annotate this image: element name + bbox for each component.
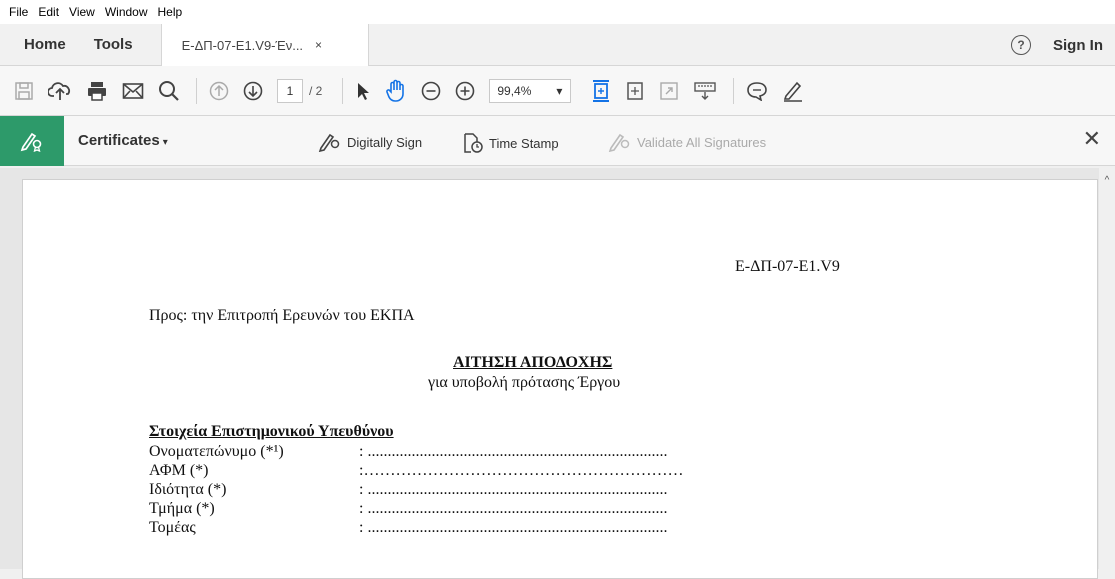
main-toolbar: 1 / 2 99,4% ▾: [0, 66, 1115, 116]
comment-button[interactable]: [746, 76, 768, 106]
field-label: ΑΦΜ (*): [149, 462, 209, 479]
field-fill-line: : ......................................…: [359, 500, 668, 517]
tab-tools[interactable]: Tools: [80, 24, 147, 65]
print-button[interactable]: [86, 76, 108, 106]
arrow-down-circle-icon: [243, 81, 263, 100]
full-screen-button[interactable]: [659, 76, 679, 106]
field-label: Ονοματεπώνυμο (*¹): [149, 443, 284, 460]
time-stamp-label: Time Stamp: [489, 135, 559, 151]
search-icon: [159, 80, 179, 101]
digitally-sign-button[interactable]: Digitally Sign: [318, 132, 422, 152]
upload-cloud-button[interactable]: [48, 76, 72, 106]
certificates-toolbar: Certificates ▾ Digitally Sign Time Stamp …: [0, 115, 1115, 166]
document-code: Ε-ΔΠ-07-Ε1.V9: [735, 258, 840, 275]
comment-icon: [747, 81, 768, 101]
fit-page-button[interactable]: [591, 76, 611, 106]
validate-signatures-button[interactable]: Validate All Signatures: [608, 132, 766, 152]
field-fill-line: :……………………………………………………: [359, 462, 684, 479]
toolbar-divider: [342, 77, 344, 104]
field-fill-line: : ......................................…: [359, 443, 668, 460]
application-title: ΑΙΤΗΣΗ ΑΠΟΔΟΧΗΣ: [453, 354, 613, 371]
help-button[interactable]: ?: [1011, 35, 1031, 55]
menu-help[interactable]: Help: [153, 5, 188, 19]
close-toolbar-button[interactable]: ✕: [1083, 128, 1101, 150]
page-fit-icon: [627, 81, 644, 100]
time-stamp-icon: [464, 133, 483, 153]
tab-document-label: Ε-ΔΠ-07-Ε1.V9-Έν...: [181, 37, 304, 53]
select-tool-button[interactable]: [355, 76, 371, 106]
tab-bar: Home Tools Ε-ΔΠ-07-Ε1.V9-Έν... × ? Sign …: [0, 24, 1115, 66]
highlight-button[interactable]: [782, 76, 804, 106]
validate-signatures-label: Validate All Signatures: [637, 134, 767, 150]
certificates-label: Certificates: [78, 132, 160, 149]
chevron-down-icon: ▾: [556, 83, 563, 98]
cursor-arrow-icon: [358, 82, 370, 100]
plus-circle-icon: [456, 81, 475, 100]
zoom-level-value: 99,4%: [497, 83, 532, 98]
tab-close-button[interactable]: ×: [315, 38, 322, 52]
previous-page-button[interactable]: [209, 76, 229, 106]
field-fill-line: : ......................................…: [359, 519, 668, 536]
certificates-menu[interactable]: Certificates ▾: [78, 132, 168, 149]
hand-icon: [386, 79, 405, 102]
recipient-line: Προς: την Επιτροπή Ερευνών του ΕΚΠΑ: [149, 307, 415, 324]
printer-icon: [88, 81, 106, 101]
menu-window[interactable]: Window: [100, 5, 153, 19]
tab-document[interactable]: Ε-ΔΠ-07-Ε1.V9-Έν... ×: [160, 24, 369, 66]
tab-home[interactable]: Home: [0, 24, 80, 65]
document-viewer[interactable]: Ε-ΔΠ-07-Ε1.V9 Προς: την Επιτροπή Ερευνών…: [0, 168, 1115, 579]
fit-page-icon: [593, 79, 610, 102]
toolbar-divider: [196, 77, 197, 104]
arrow-up-circle-icon: [209, 81, 229, 100]
sign-in-button[interactable]: Sign In: [1053, 37, 1103, 54]
certificates-tool-icon[interactable]: [0, 115, 64, 166]
validate-pen-icon: [608, 133, 630, 152]
pdf-page: Ε-ΔΠ-07-Ε1.V9 Προς: την Επιτροπή Ερευνών…: [22, 179, 1098, 579]
envelope-icon: [122, 82, 144, 99]
expand-icon: [660, 81, 679, 100]
zoom-out-button[interactable]: [421, 76, 441, 106]
section-title: Στοιχεία Επιστημονικού Υπευθύνου: [149, 423, 394, 440]
scroll-up-icon[interactable]: ^: [1099, 175, 1115, 186]
page-number-input[interactable]: 1: [277, 78, 303, 103]
zoom-in-button[interactable]: [455, 76, 475, 106]
save-icon: [15, 81, 33, 100]
caret-down-icon: ▾: [162, 137, 168, 148]
menu-file[interactable]: File: [4, 5, 33, 19]
vertical-scrollbar[interactable]: ^: [1099, 168, 1115, 569]
pen-icon: [784, 81, 803, 102]
keyboard-icon: [694, 81, 717, 100]
next-page-button[interactable]: [243, 76, 263, 106]
rotate-view-button[interactable]: [625, 76, 645, 106]
zoom-level-select[interactable]: 99,4% ▾: [489, 78, 572, 103]
toolbar-divider: [733, 77, 735, 104]
menu-edit[interactable]: Edit: [33, 5, 64, 19]
menu-bar: File Edit View Window Help: [0, 0, 1115, 24]
time-stamp-button[interactable]: Time Stamp: [462, 132, 559, 154]
field-label: Ιδιότητα (*): [149, 481, 227, 498]
minus-circle-icon: [422, 81, 441, 100]
save-button[interactable]: [14, 76, 34, 106]
digitally-sign-label: Digitally Sign: [347, 134, 423, 150]
page-total: / 2: [309, 83, 323, 98]
field-fill-line: : ......................................…: [359, 481, 668, 498]
cloud-upload-icon: [48, 81, 70, 100]
menu-view[interactable]: View: [64, 5, 100, 19]
application-subtitle: για υποβολή πρότασης Έργου: [428, 374, 621, 391]
field-label: Τομέας: [149, 519, 196, 536]
field-label: Τμήμα (*): [149, 500, 215, 517]
signature-pen-icon: [20, 132, 42, 152]
sign-pen-icon: [318, 133, 340, 152]
email-button[interactable]: [122, 76, 144, 106]
keyboard-scroll-button[interactable]: [693, 76, 717, 106]
search-button[interactable]: [158, 76, 180, 106]
hand-tool-button[interactable]: [385, 76, 407, 106]
